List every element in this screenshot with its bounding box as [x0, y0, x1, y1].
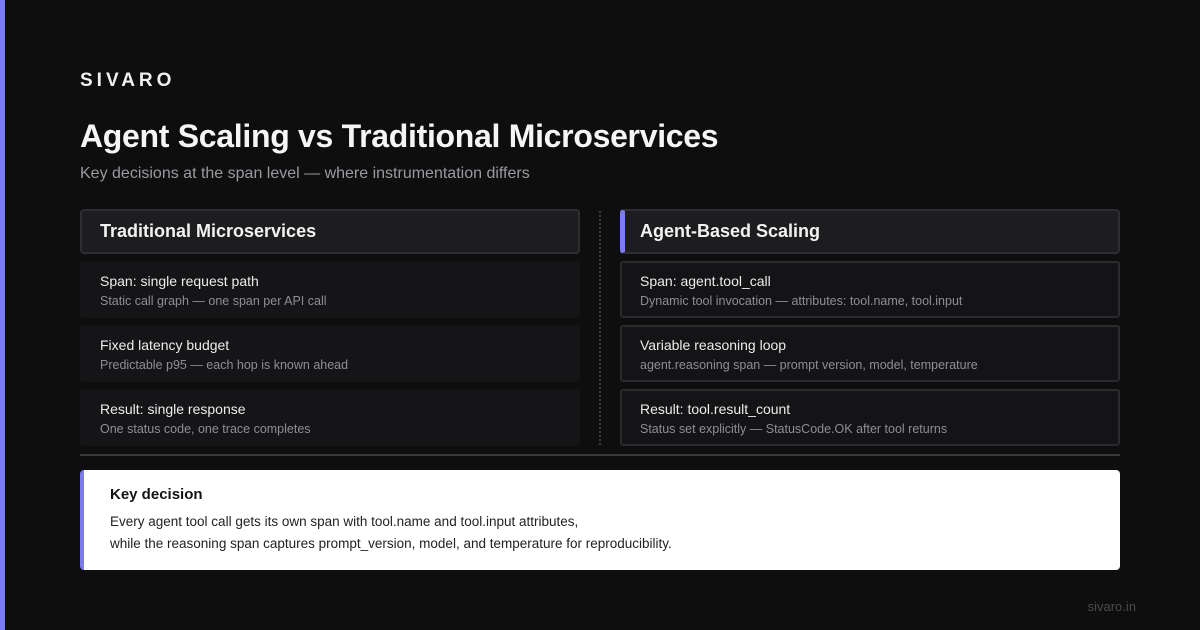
- card-description: agent.reasoning span — prompt version, m…: [640, 358, 978, 372]
- column-divider: [599, 211, 601, 445]
- section-divider: [80, 454, 1120, 456]
- accent-strip: [0, 0, 5, 630]
- card-title: Result: tool.result_count: [640, 401, 791, 417]
- card-title: Span: single request path: [100, 273, 259, 289]
- traditional-header: Traditional Microservices: [80, 209, 580, 254]
- page-title: Agent Scaling vs Traditional Microservic…: [80, 118, 719, 154]
- traditional-card-result: Result: single response One status code,…: [80, 389, 580, 446]
- brand-logo: SIVARO: [80, 70, 176, 91]
- key-decision-line-2: while the reasoning span captures prompt…: [110, 536, 672, 551]
- agent-card-result: Result: tool.result_count Status set exp…: [620, 389, 1120, 446]
- card-description: Dynamic tool invocation — attributes: to…: [640, 294, 963, 308]
- traditional-column: Traditional Microservices Span: single r…: [80, 209, 580, 446]
- card-description: One status code, one trace completes: [100, 422, 311, 436]
- card-description: Status set explicitly — StatusCode.OK af…: [640, 422, 948, 436]
- key-decision-callout: Key decision Every agent tool call gets …: [80, 470, 1120, 570]
- card-description: Static call graph — one span per API cal…: [100, 294, 327, 308]
- card-title: Variable reasoning loop: [640, 337, 787, 353]
- card-title: Fixed latency budget: [100, 337, 230, 353]
- traditional-card-span: Span: single request path Static call gr…: [80, 261, 580, 318]
- footer-url: sivaro.in: [1087, 599, 1136, 614]
- agent-column: Agent-Based Scaling Span: agent.tool_cal…: [620, 209, 1120, 446]
- key-decision-line-1: Every agent tool call gets its own span …: [110, 514, 579, 529]
- key-decision-title: Key decision: [110, 486, 203, 503]
- traditional-card-latency: Fixed latency budget Predictable p95 — e…: [80, 325, 580, 382]
- agent-card-span: Span: agent.tool_call Dynamic tool invoc…: [620, 261, 1120, 318]
- card-description: Predictable p95 — each hop is known ahea…: [100, 358, 349, 372]
- page-subtitle: Key decisions at the span level — where …: [80, 165, 530, 182]
- card-title: Span: agent.tool_call: [640, 273, 771, 289]
- card-title: Result: single response: [100, 401, 246, 417]
- agent-card-reasoning: Variable reasoning loop agent.reasoning …: [620, 325, 1120, 382]
- agent-header: Agent-Based Scaling: [620, 209, 1120, 254]
